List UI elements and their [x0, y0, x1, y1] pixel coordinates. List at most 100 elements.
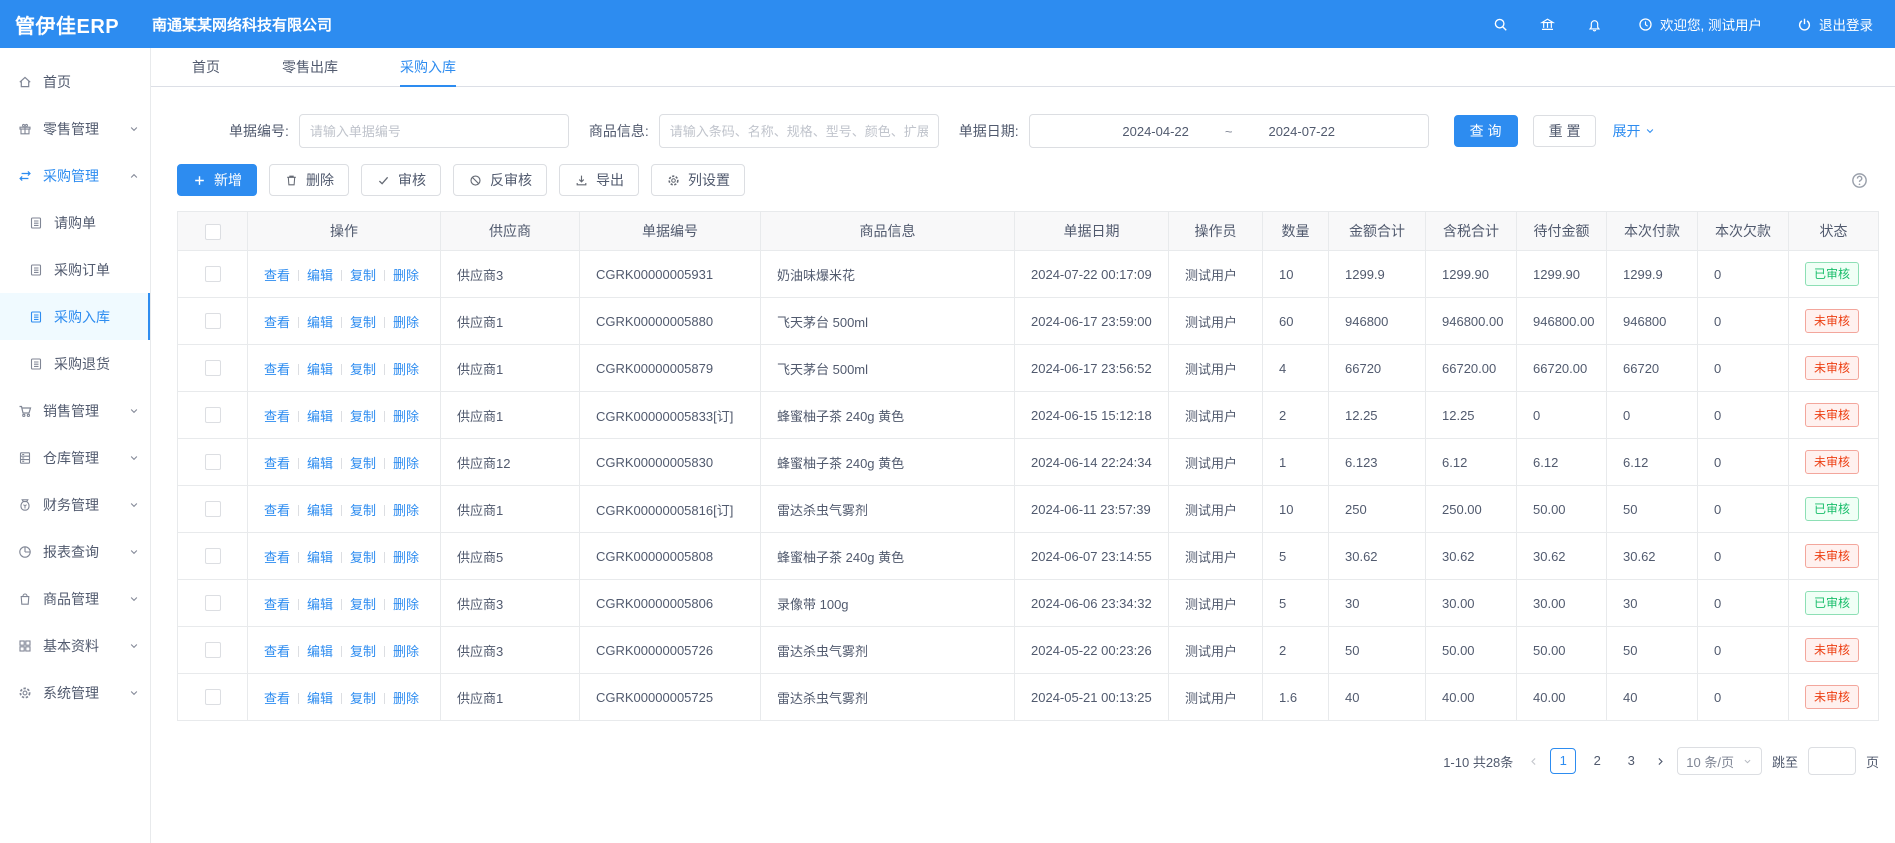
row-action-view[interactable]: 查看: [264, 644, 290, 659]
row-action-edit[interactable]: 编辑: [307, 268, 333, 283]
row-checkbox[interactable]: [205, 501, 221, 517]
row-action-copy[interactable]: 复制: [350, 644, 376, 659]
row-action-edit[interactable]: 编辑: [307, 597, 333, 612]
sidebar-item-home[interactable]: 首页: [0, 58, 150, 105]
logout-button[interactable]: 退出登录: [1796, 14, 1873, 34]
row-action-copy[interactable]: 复制: [350, 597, 376, 612]
help-icon[interactable]: [1850, 171, 1869, 190]
jump-page-input[interactable]: [1808, 747, 1856, 775]
page-button-2[interactable]: 2: [1584, 748, 1610, 774]
date-from[interactable]: 2024-04-22: [1122, 124, 1189, 139]
page-button-1[interactable]: 1: [1550, 748, 1576, 774]
search-button[interactable]: 查 询: [1454, 115, 1518, 147]
row-action-view[interactable]: 查看: [264, 597, 290, 612]
bill-no-input[interactable]: [299, 114, 569, 148]
tab-purchase-inbound[interactable]: 采购入库: [400, 48, 456, 87]
sidebar-item-purchase-order[interactable]: 采购订单: [0, 246, 150, 293]
action-separator: [341, 646, 342, 657]
sidebar-item-sales[interactable]: 销售管理: [0, 387, 150, 434]
row-action-view[interactable]: 查看: [264, 550, 290, 565]
delete-button[interactable]: 删除: [269, 164, 349, 196]
add-button[interactable]: 新增: [177, 164, 257, 196]
sidebar-item-purchase-request[interactable]: 请购单: [0, 199, 150, 246]
row-action-edit[interactable]: 编辑: [307, 644, 333, 659]
row-action-view[interactable]: 查看: [264, 268, 290, 283]
status-badge: 未审核: [1805, 403, 1859, 427]
page-size-select[interactable]: 10 条/页: [1677, 747, 1762, 775]
bank-icon[interactable]: [1539, 16, 1556, 33]
export-button[interactable]: 导出: [559, 164, 639, 196]
row-action-edit[interactable]: 编辑: [307, 503, 333, 518]
cell-product: 蜂蜜柚子茶 240g 黄色: [761, 439, 1015, 486]
sidebar-item-basic-data[interactable]: 基本资料: [0, 622, 150, 669]
row-action-view[interactable]: 查看: [264, 362, 290, 377]
tab-retail-outbound[interactable]: 零售出库: [282, 48, 338, 87]
row-action-delete[interactable]: 删除: [393, 503, 419, 518]
column-settings-button[interactable]: 列设置: [651, 164, 745, 196]
row-checkbox[interactable]: [205, 313, 221, 329]
row-action-edit[interactable]: 编辑: [307, 362, 333, 377]
sidebar-item-warehouse[interactable]: 仓库管理: [0, 434, 150, 481]
next-page-icon[interactable]: [1654, 755, 1667, 768]
row-action-copy[interactable]: 复制: [350, 315, 376, 330]
row-checkbox[interactable]: [205, 595, 221, 611]
row-action-delete[interactable]: 删除: [393, 597, 419, 612]
date-to[interactable]: 2024-07-22: [1268, 124, 1335, 139]
row-checkbox[interactable]: [205, 642, 221, 658]
row-action-delete[interactable]: 删除: [393, 691, 419, 706]
row-action-delete[interactable]: 删除: [393, 550, 419, 565]
row-action-copy[interactable]: 复制: [350, 550, 376, 565]
row-checkbox[interactable]: [205, 266, 221, 282]
product-info-input[interactable]: [659, 114, 939, 148]
row-checkbox[interactable]: [205, 689, 221, 705]
row-action-edit[interactable]: 编辑: [307, 315, 333, 330]
row-action-edit[interactable]: 编辑: [307, 456, 333, 471]
expand-link[interactable]: 展开: [1612, 121, 1656, 141]
row-action-edit[interactable]: 编辑: [307, 550, 333, 565]
audit-button[interactable]: 审核: [361, 164, 441, 196]
sidebar-item-reports[interactable]: 报表查询: [0, 528, 150, 575]
row-action-delete[interactable]: 删除: [393, 456, 419, 471]
row-action-copy[interactable]: 复制: [350, 456, 376, 471]
select-all-checkbox[interactable]: [205, 224, 221, 240]
sidebar-item-system[interactable]: 系统管理: [0, 669, 150, 716]
row-action-copy[interactable]: 复制: [350, 409, 376, 424]
sidebar-item-purchase[interactable]: 采购管理: [0, 152, 150, 199]
search-icon[interactable]: [1492, 16, 1509, 33]
row-action-delete[interactable]: 删除: [393, 362, 419, 377]
sidebar-item-purchase-inbound[interactable]: 采购入库: [0, 293, 150, 340]
row-action-copy[interactable]: 复制: [350, 268, 376, 283]
row-checkbox[interactable]: [205, 360, 221, 376]
row-action-delete[interactable]: 删除: [393, 644, 419, 659]
row-action-delete[interactable]: 删除: [393, 315, 419, 330]
row-action-view[interactable]: 查看: [264, 503, 290, 518]
row-action-delete[interactable]: 删除: [393, 268, 419, 283]
date-range-picker[interactable]: 2024-04-22 ~ 2024-07-22: [1029, 114, 1429, 148]
row-checkbox[interactable]: [205, 407, 221, 423]
row-action-view[interactable]: 查看: [264, 691, 290, 706]
row-action-copy[interactable]: 复制: [350, 362, 376, 377]
jump-suffix: 页: [1866, 752, 1879, 771]
page-button-3[interactable]: 3: [1618, 748, 1644, 774]
sidebar-item-finance[interactable]: 财务管理: [0, 481, 150, 528]
unaudit-button[interactable]: 反审核: [453, 164, 547, 196]
sidebar-item-retail[interactable]: 零售管理: [0, 105, 150, 152]
row-action-view[interactable]: 查看: [264, 409, 290, 424]
row-action-edit[interactable]: 编辑: [307, 409, 333, 424]
row-action-view[interactable]: 查看: [264, 315, 290, 330]
welcome-user[interactable]: 欢迎您, 测试用户: [1637, 14, 1762, 34]
sidebar-item-purchase-return[interactable]: 采购退货: [0, 340, 150, 387]
row-action-copy[interactable]: 复制: [350, 691, 376, 706]
row-action-delete[interactable]: 删除: [393, 409, 419, 424]
row-action-view[interactable]: 查看: [264, 456, 290, 471]
row-action-edit[interactable]: 编辑: [307, 691, 333, 706]
sidebar-item-goods[interactable]: 商品管理: [0, 575, 150, 622]
tab-home[interactable]: 首页: [192, 48, 220, 87]
row-action-copy[interactable]: 复制: [350, 503, 376, 518]
reset-button[interactable]: 重 置: [1533, 115, 1597, 147]
row-checkbox[interactable]: [205, 548, 221, 564]
row-checkbox[interactable]: [205, 454, 221, 470]
bell-icon[interactable]: [1586, 16, 1603, 33]
cell-operator: 测试用户: [1169, 251, 1263, 298]
prev-page-icon[interactable]: [1527, 755, 1540, 768]
